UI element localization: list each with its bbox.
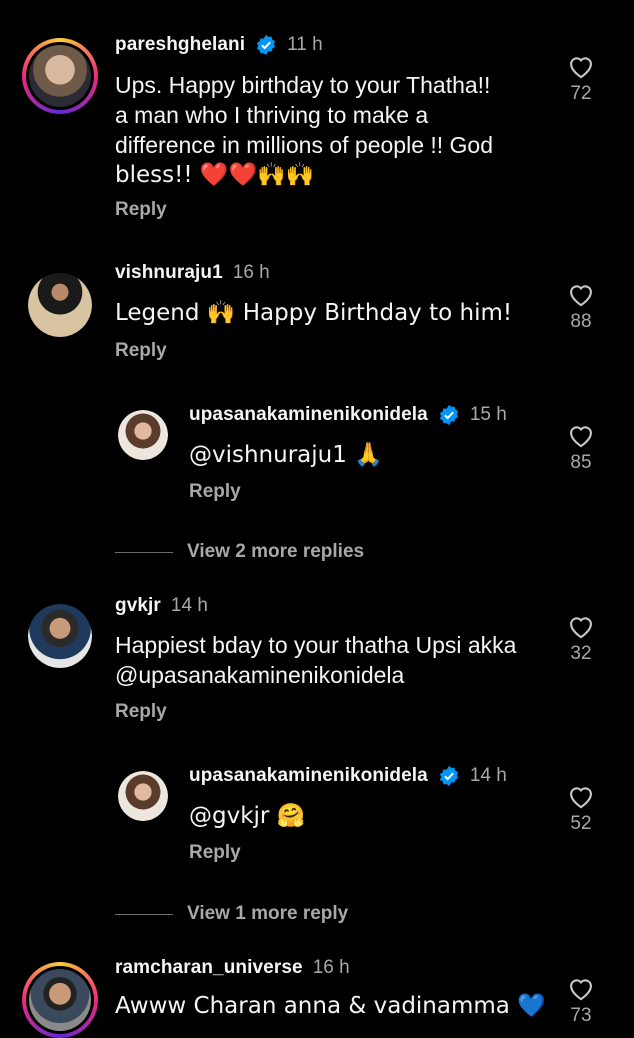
- like-count: 32: [570, 643, 592, 664]
- comment-text: Ups. Happy birthday to your Thatha!! a m…: [115, 70, 493, 190]
- comment-time: 14 h: [170, 595, 208, 616]
- view-more-replies[interactable]: View 2 more replies: [115, 541, 364, 563]
- like-button[interactable]: 72: [561, 53, 601, 105]
- comment-text: @vishnuraju1 🙏: [189, 442, 383, 468]
- comment-time: 15 h: [469, 404, 507, 425]
- verified-badge-icon: [257, 34, 276, 56]
- comment-line: difference in millions of people !! God: [115, 132, 494, 158]
- divider-line: [115, 551, 173, 553]
- comment-text: Awww Charan anna & vadinamma 💙: [115, 993, 546, 1019]
- avatar[interactable]: [118, 771, 168, 821]
- verified-badge-icon: [439, 765, 458, 787]
- like-button[interactable]: 88: [561, 281, 601, 333]
- avatar[interactable]: [28, 273, 92, 337]
- comment-time: 16 h: [312, 957, 350, 978]
- like-button[interactable]: 73: [561, 975, 601, 1027]
- heart-outline-icon: [570, 285, 592, 307]
- verified-badge-icon: [439, 404, 458, 426]
- comment-time: 14 h: [469, 765, 507, 786]
- reply-button[interactable]: Reply: [115, 199, 167, 221]
- view-more-label: View 2 more replies: [187, 541, 365, 562]
- comment-text: Happiest bday to your thatha Upsi akka @…: [115, 630, 516, 690]
- reply-button[interactable]: Reply: [189, 481, 241, 503]
- comment-line: bless!! ❤️❤️🙌🙌: [115, 162, 315, 188]
- like-button[interactable]: 85: [561, 422, 601, 474]
- mention-link[interactable]: @upasanakaminenikonidela: [115, 660, 516, 690]
- like-button[interactable]: 52: [561, 783, 601, 835]
- comment-username[interactable]: upasanakaminenikonidela: [189, 765, 428, 787]
- like-count: 88: [570, 311, 592, 332]
- comment-line: a man who I thriving to make a: [115, 102, 429, 128]
- like-count: 72: [570, 83, 592, 104]
- heart-outline-icon: [570, 426, 592, 448]
- comment-username[interactable]: upasanakaminenikonidela: [189, 404, 428, 426]
- comment-username[interactable]: pareshghelani: [115, 34, 245, 56]
- divider-line: [115, 913, 173, 915]
- like-button[interactable]: 32: [561, 613, 601, 665]
- avatar[interactable]: [22, 962, 98, 1038]
- avatar[interactable]: [118, 410, 168, 460]
- heart-outline-icon: [570, 979, 592, 1001]
- view-more-label: View 1 more reply: [187, 903, 349, 924]
- comment-text: Legend 🙌 Happy Birthday to him!: [115, 300, 513, 326]
- comment-text: @gvkjr 🤗: [189, 803, 306, 829]
- comment-username[interactable]: vishnuraju1: [115, 262, 223, 284]
- comment-line: Happiest bday to your thatha Upsi akka: [115, 632, 517, 658]
- avatar[interactable]: [22, 38, 98, 114]
- heart-outline-icon: [570, 57, 592, 79]
- avatar[interactable]: [28, 604, 92, 668]
- comment-time: 11 h: [287, 34, 323, 55]
- comment-line: Ups. Happy birthday to your Thatha!!: [115, 72, 491, 98]
- heart-outline-icon: [570, 617, 592, 639]
- comment-time: 16 h: [232, 262, 270, 283]
- reply-button[interactable]: Reply: [115, 701, 167, 723]
- comment-username[interactable]: gvkjr: [115, 595, 161, 617]
- heart-outline-icon: [570, 787, 592, 809]
- like-count: 85: [570, 452, 592, 473]
- reply-button[interactable]: Reply: [189, 842, 241, 864]
- comment-username[interactable]: ramcharan_universe: [115, 957, 303, 979]
- like-count: 52: [570, 813, 592, 834]
- view-more-replies[interactable]: View 1 more reply: [115, 903, 348, 925]
- reply-button[interactable]: Reply: [115, 340, 167, 362]
